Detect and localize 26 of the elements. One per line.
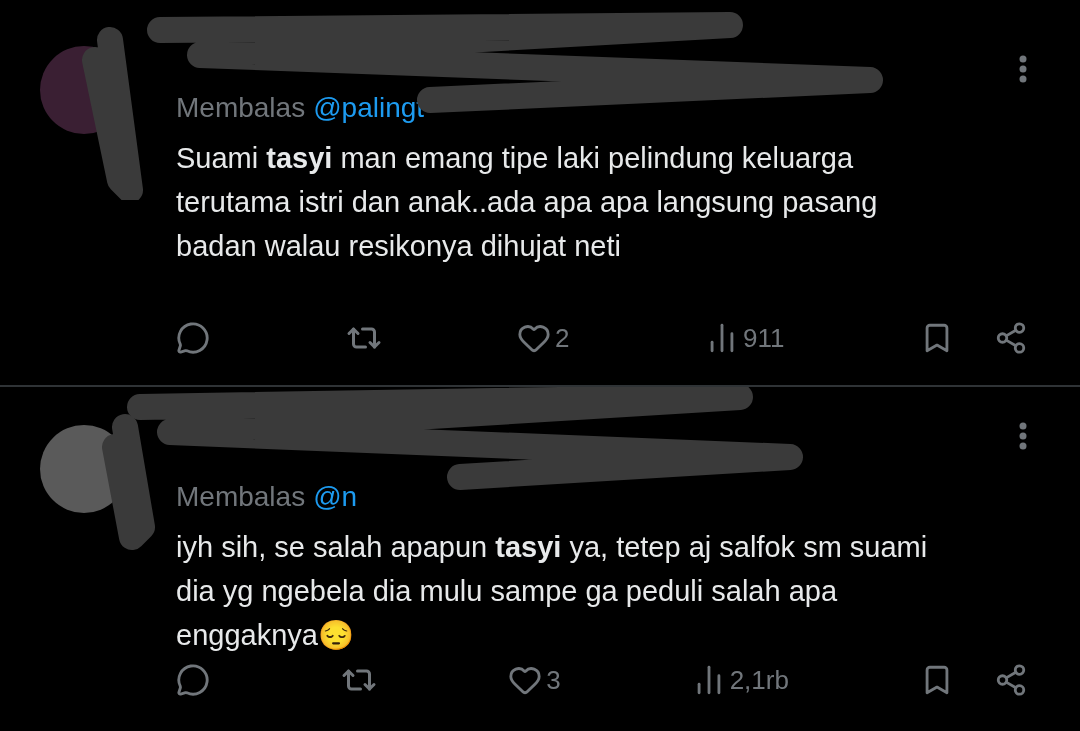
more-icon bbox=[1019, 55, 1027, 83]
like-count: 2 bbox=[555, 322, 570, 354]
reply-button[interactable] bbox=[176, 663, 210, 697]
more-options-button[interactable] bbox=[1019, 422, 1027, 450]
tweet-text: iyh sih, se salah apapun tasyi ya, tetep aj salfok sm suami dia yg ngebela dia mulu sampe ga peduli salah apa enggaknya😔 bbox=[176, 530, 928, 653]
share-icon bbox=[994, 663, 1028, 697]
views-button[interactable]: 911 bbox=[705, 321, 785, 355]
more-options-button[interactable] bbox=[1019, 55, 1027, 83]
more-icon bbox=[1019, 422, 1027, 450]
reply-icon bbox=[176, 321, 210, 355]
mention-link[interactable]: @n bbox=[313, 481, 358, 513]
view-count: 2,1rb bbox=[729, 664, 789, 696]
reply-button[interactable] bbox=[176, 321, 210, 355]
views-button[interactable]: 2,1rb bbox=[691, 663, 789, 697]
like-button[interactable]: 3 bbox=[508, 663, 561, 697]
reply-icon bbox=[176, 663, 210, 697]
share-icon bbox=[994, 321, 1028, 355]
like-button[interactable]: 2 bbox=[517, 321, 570, 355]
mention-link[interactable]: @palingt bbox=[313, 92, 425, 124]
share-button[interactable] bbox=[994, 321, 1028, 355]
replying-to-label: Membalas bbox=[176, 92, 306, 124]
tweet-text: Suami tasyi man emang tipe laki pelindung keluarga terutama istri dan anak..ada apa apa langsung pasang badan walau resikonya dihujat neti bbox=[176, 141, 878, 264]
replying-to-label: Membalas bbox=[176, 481, 306, 513]
share-button[interactable] bbox=[994, 663, 1028, 697]
like-count: 3 bbox=[546, 664, 561, 696]
view-count: 911 bbox=[743, 322, 785, 354]
